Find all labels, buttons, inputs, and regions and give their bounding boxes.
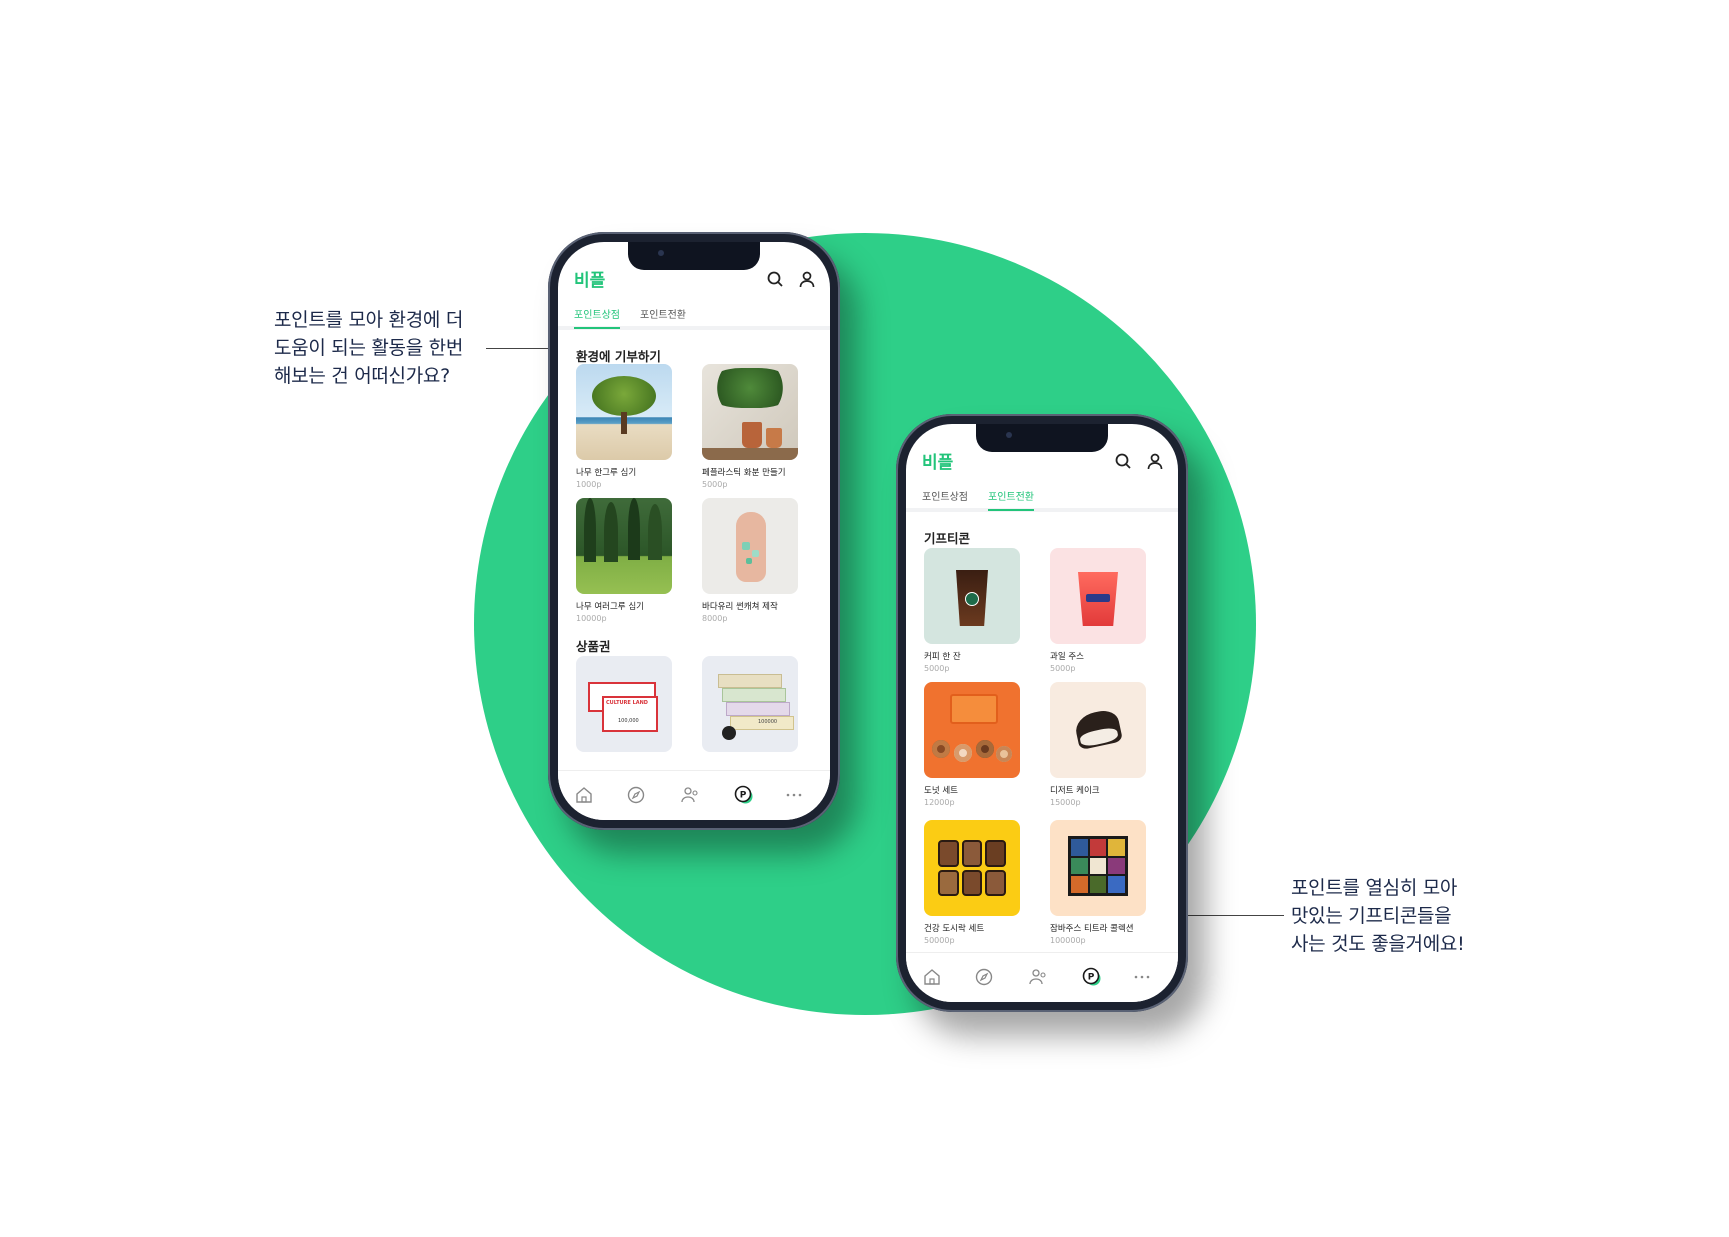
product-name: 도넛 세트	[924, 786, 958, 796]
svg-text:P: P	[740, 791, 747, 801]
voucher-amount: 100,000	[618, 718, 639, 724]
product-price: 5000p	[702, 480, 728, 489]
stage: 포인트를 모아 환경에 더 도움이 되는 활동을 한번 해보는 건 어떠신가요?…	[0, 0, 1729, 1237]
people-icon[interactable]	[1028, 967, 1048, 987]
product-price: 5000p	[924, 664, 950, 673]
donut-photo	[924, 682, 1020, 778]
product-card[interactable]: 바다유리 썬캐쳐 제작 8000p	[702, 498, 798, 623]
product-name: 나무 여러그루 심기	[576, 602, 644, 612]
product-card[interactable]: 커피 한 잔 5000p	[924, 548, 1020, 673]
right-callout: 포인트를 열심히 모아 맛있는 기프티콘들을 사는 것도 좋을거에요!	[1291, 877, 1465, 955]
product-price: 100000p	[1050, 936, 1086, 945]
svg-text:P: P	[1088, 973, 1095, 983]
notch	[976, 424, 1108, 452]
bottom-nav: P	[906, 952, 1178, 1002]
cake-photo	[1050, 682, 1146, 778]
phone-screen: 비플 포인트상점 포인트전환 환경에 기부하기 나무 한그루 심기 1000p	[558, 242, 830, 820]
phone-shop: 비플 포인트상점 포인트전환 환경에 기부하기 나무 한그루 심기 1000p	[548, 232, 840, 830]
culture-land-voucher: CULTURE LAND 100,000	[576, 656, 672, 752]
section-title-voucher: 상품권	[576, 639, 611, 654]
search-icon[interactable]	[1114, 452, 1132, 470]
tree-photo	[576, 364, 672, 460]
voucher-text: CULTURE LAND	[606, 700, 648, 706]
app-logo[interactable]: 비플	[574, 266, 605, 291]
tab-point-convert[interactable]: 포인트전환	[640, 306, 686, 327]
tab-bar: 포인트상점 포인트전환	[558, 302, 830, 330]
voucher-card[interactable]: CULTURE LAND 100,000	[576, 656, 672, 752]
voucher-card[interactable]: 100000	[702, 656, 798, 752]
product-card[interactable]: 건강 도시락 세트 50000p	[924, 820, 1020, 945]
sea-glass-photo	[702, 498, 798, 594]
money-voucher: 100000	[702, 656, 798, 752]
tab-point-shop[interactable]: 포인트상점	[574, 306, 620, 329]
product-price: 10000p	[576, 614, 607, 623]
product-card[interactable]: 나무 한그루 심기 1000p	[576, 364, 672, 489]
product-price: 8000p	[702, 614, 728, 623]
profile-icon[interactable]	[1146, 452, 1164, 470]
product-name: 과일 주스	[1050, 652, 1084, 662]
forest-photo	[576, 498, 672, 594]
home-icon[interactable]	[922, 967, 942, 987]
product-price: 15000p	[1050, 798, 1081, 807]
product-card[interactable]: 도넛 세트 12000p	[924, 682, 1020, 807]
point-icon[interactable]: P	[734, 785, 754, 805]
product-price: 50000p	[924, 936, 955, 945]
notch	[628, 242, 760, 270]
plant-pots-photo	[702, 364, 798, 460]
tab-point-shop[interactable]: 포인트상점	[922, 488, 968, 509]
coffee-photo	[924, 548, 1020, 644]
home-icon[interactable]	[574, 785, 594, 805]
phone-screen: 비플 포인트상점 포인트전환 기프티콘 커피 한 잔 5000p 과일 주스 5…	[906, 424, 1178, 1002]
people-icon[interactable]	[680, 785, 700, 805]
profile-icon[interactable]	[798, 270, 816, 288]
compass-icon[interactable]	[626, 785, 646, 805]
product-price: 1000p	[576, 480, 602, 489]
product-name: 바다유리 썬캐쳐 제작	[702, 602, 778, 612]
tea-collection-photo	[1050, 820, 1146, 916]
product-name: 커피 한 잔	[924, 652, 961, 662]
product-card[interactable]: 잠바주스 티트라 콜렉션 100000p	[1050, 820, 1146, 945]
voucher-amount: 100000	[758, 719, 778, 725]
more-icon[interactable]	[784, 785, 804, 805]
product-card[interactable]: 나무 여러그루 심기 10000p	[576, 498, 672, 623]
product-name: 건강 도시락 세트	[924, 924, 985, 934]
tab-point-convert[interactable]: 포인트전환	[988, 488, 1034, 511]
section-title-gifticon: 기프티콘	[924, 531, 971, 546]
product-price: 12000p	[924, 798, 955, 807]
app-logo[interactable]: 비플	[922, 448, 953, 473]
phone-gifticon: 비플 포인트상점 포인트전환 기프티콘 커피 한 잔 5000p 과일 주스 5…	[896, 414, 1188, 1012]
product-name: 페플라스틱 화분 만들기	[702, 468, 786, 478]
right-callout-line	[1176, 915, 1284, 916]
section-title-donate: 환경에 기부하기	[576, 349, 661, 364]
product-name: 디저트 케이크	[1050, 786, 1100, 796]
bottom-nav: P	[558, 770, 830, 820]
product-card[interactable]: 페플라스틱 화분 만들기 5000p	[702, 364, 798, 489]
more-icon[interactable]	[1132, 967, 1152, 987]
juice-photo	[1050, 548, 1146, 644]
search-icon[interactable]	[766, 270, 784, 288]
point-icon[interactable]: P	[1082, 967, 1102, 987]
compass-icon[interactable]	[974, 967, 994, 987]
product-card[interactable]: 디저트 케이크 15000p	[1050, 682, 1146, 807]
product-price: 5000p	[1050, 664, 1076, 673]
lunchbox-photo	[924, 820, 1020, 916]
product-card[interactable]: 과일 주스 5000p	[1050, 548, 1146, 673]
product-name: 나무 한그루 심기	[576, 468, 637, 478]
left-callout: 포인트를 모아 환경에 더 도움이 되는 활동을 한번 해보는 건 어떠신가요?	[274, 309, 464, 387]
tab-bar: 포인트상점 포인트전환	[906, 484, 1178, 512]
product-name: 잠바주스 티트라 콜렉션	[1050, 924, 1134, 934]
